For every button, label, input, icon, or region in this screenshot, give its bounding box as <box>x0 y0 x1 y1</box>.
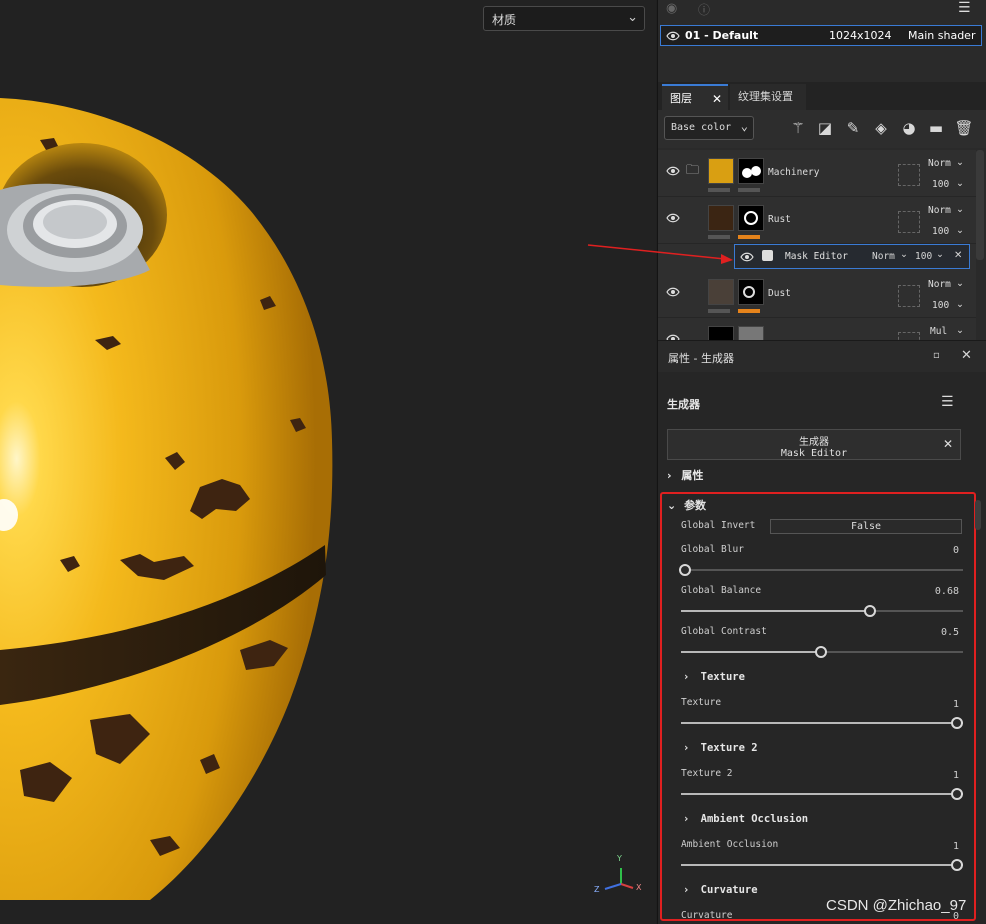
watermark: CSDN @Zhichao_97 <box>826 897 967 914</box>
3d-viewport[interactable]: Y X Z 材质 ⌄ <box>0 0 656 924</box>
layer-bar <box>708 235 730 239</box>
chevron-down-icon: ⌄ <box>627 10 638 25</box>
viewport-channel-value: 材质 <box>492 13 517 27</box>
mask-opacity[interactable]: 100 <box>915 251 932 262</box>
properties-header: 属性 - 生成器 ▫ ✕ <box>658 340 986 373</box>
chevron-down-icon: ⌄ <box>956 278 964 289</box>
chevron-down-icon: ⌄ <box>956 325 964 336</box>
layer-thumbnail <box>708 158 734 184</box>
axis-x-label: X <box>636 883 642 892</box>
mask-thumbnail <box>738 158 764 184</box>
mask-thumbnail <box>738 326 764 340</box>
tab-texture-set-settings[interactable]: 纹理集设置 <box>730 84 806 110</box>
properties-title: 属性 - 生成器 <box>668 352 734 365</box>
layer-thumbnail <box>708 205 734 231</box>
layer-opacity[interactable]: 100 <box>932 300 949 311</box>
eye-icon[interactable] <box>666 213 680 223</box>
mask-editor-row[interactable]: Mask Editor Norm ⌄ 100 ⌄ ✕ <box>734 244 970 269</box>
brush-icon[interactable]: ✎ <box>843 118 863 138</box>
layer-preview-slot <box>898 211 920 233</box>
chevron-down-icon: ⌄ <box>936 249 944 260</box>
layer-name: Rust <box>768 214 791 225</box>
blend-mode[interactable]: Norm <box>928 279 951 290</box>
viewport-channel-select[interactable]: 材质 ⌄ <box>483 6 645 31</box>
blend-mode[interactable]: Mul <box>930 326 947 337</box>
eye-icon[interactable] <box>666 166 680 176</box>
layer-preview-slot <box>898 164 920 186</box>
axis-gizmo-icon <box>604 868 634 890</box>
chevron-down-icon: ⌄ <box>900 249 908 260</box>
layer-thumbnail <box>708 279 734 305</box>
annotation-arrow <box>587 244 733 264</box>
mask-thumbnail <box>738 205 764 231</box>
blend-mode[interactable]: Norm <box>928 158 951 169</box>
tab-layers[interactable]: 图层 ✕ <box>662 84 728 110</box>
layer-row[interactable]: 🗀 Machinery Norm ⌄ 100 ⌄ <box>658 150 976 197</box>
mask-blend-mode[interactable]: Norm <box>872 251 895 262</box>
sphere-render <box>0 98 634 900</box>
close-icon[interactable]: ✕ <box>961 348 972 363</box>
layer-tabs: 图层 ✕ 纹理集设置 <box>658 82 986 110</box>
chevron-down-icon: ⌄ <box>956 225 964 236</box>
mask-bar <box>738 309 760 313</box>
layer-opacity[interactable]: 100 <box>932 179 949 190</box>
layer-name: Dust <box>768 288 791 299</box>
mask-thumbnail <box>738 279 764 305</box>
list-settings-icon[interactable]: ☰ <box>958 0 971 16</box>
texture-set-toolbar: ◉ ⓘ ☰ <box>658 0 986 22</box>
layer-row[interactable]: Rust Norm ⌄ 100 ⌄ <box>658 197 976 244</box>
layer-preview-slot <box>898 332 920 340</box>
layer-opacity[interactable]: 100 <box>932 226 949 237</box>
layers-toolbar: Base color ⌄ ⚚ ◪ ✎ ◈ ◕ ▬ 🗑 <box>658 110 986 148</box>
mask-editor-name: Mask Editor <box>785 251 848 262</box>
layer-name: Machinery <box>768 167 820 178</box>
visibility-filter-icon[interactable]: ◉ <box>666 1 677 16</box>
mask-bar <box>738 188 760 192</box>
chevron-down-icon: ⌄ <box>740 119 748 133</box>
texture-set-resolution: 1024x1024 <box>829 29 892 42</box>
mask-bar <box>738 235 760 239</box>
texture-set-shader: Main shader <box>908 29 976 42</box>
texture-set-row[interactable]: 01 - Default 1024x1024 Main shader <box>660 25 982 46</box>
layer-bar <box>708 188 730 192</box>
chevron-down-icon: ⌄ <box>956 178 964 189</box>
channel-dropdown-value: Base color <box>671 122 732 133</box>
fill-bucket-icon[interactable]: ◈ <box>871 118 891 138</box>
undock-icon[interactable]: ▫ <box>933 350 940 361</box>
channel-dropdown[interactable]: Base color ⌄ <box>664 116 754 140</box>
magic-wand-icon[interactable]: ⚚ <box>788 118 808 138</box>
layer-stack-scrollbar[interactable] <box>976 150 984 260</box>
tab-texture-set-settings-label: 纹理集设置 <box>738 90 793 103</box>
eye-icon[interactable] <box>666 31 680 41</box>
axis-z-label: Z <box>594 885 600 894</box>
layer-row[interactable]: Dust Norm ⌄ 100 ⌄ <box>658 271 976 318</box>
generator-icon <box>762 250 773 261</box>
chevron-down-icon: ⌄ <box>956 157 964 168</box>
properties-body <box>658 372 986 924</box>
folder-icon[interactable]: ▬ <box>926 118 946 138</box>
layer-thumbnail <box>708 326 734 340</box>
trash-icon[interactable]: 🗑 <box>954 118 974 138</box>
eye-icon[interactable] <box>666 287 680 297</box>
layer-preview-slot <box>898 285 920 307</box>
chevron-down-icon: ⌄ <box>956 204 964 215</box>
axis-y-label: Y <box>617 854 622 863</box>
layer-bar <box>708 309 730 313</box>
chevron-down-icon: ⌄ <box>956 299 964 310</box>
add-mask-icon[interactable]: ◪ <box>815 118 835 138</box>
folder-icon: 🗀 <box>686 163 700 178</box>
tab-layers-label: 图层 <box>670 92 692 105</box>
close-icon[interactable]: ✕ <box>954 250 962 261</box>
blend-mode[interactable]: Norm <box>928 205 951 216</box>
info-icon[interactable]: ⓘ <box>698 1 710 18</box>
right-panel: ◉ ⓘ ☰ 01 - Default 1024x1024 Main shader… <box>657 0 986 924</box>
texture-set-name: 01 - Default <box>685 29 759 42</box>
layer-row[interactable]: Mul ⌄ <box>658 318 976 340</box>
close-icon[interactable]: ✕ <box>712 86 722 112</box>
smart-material-icon[interactable]: ◕ <box>899 118 919 138</box>
